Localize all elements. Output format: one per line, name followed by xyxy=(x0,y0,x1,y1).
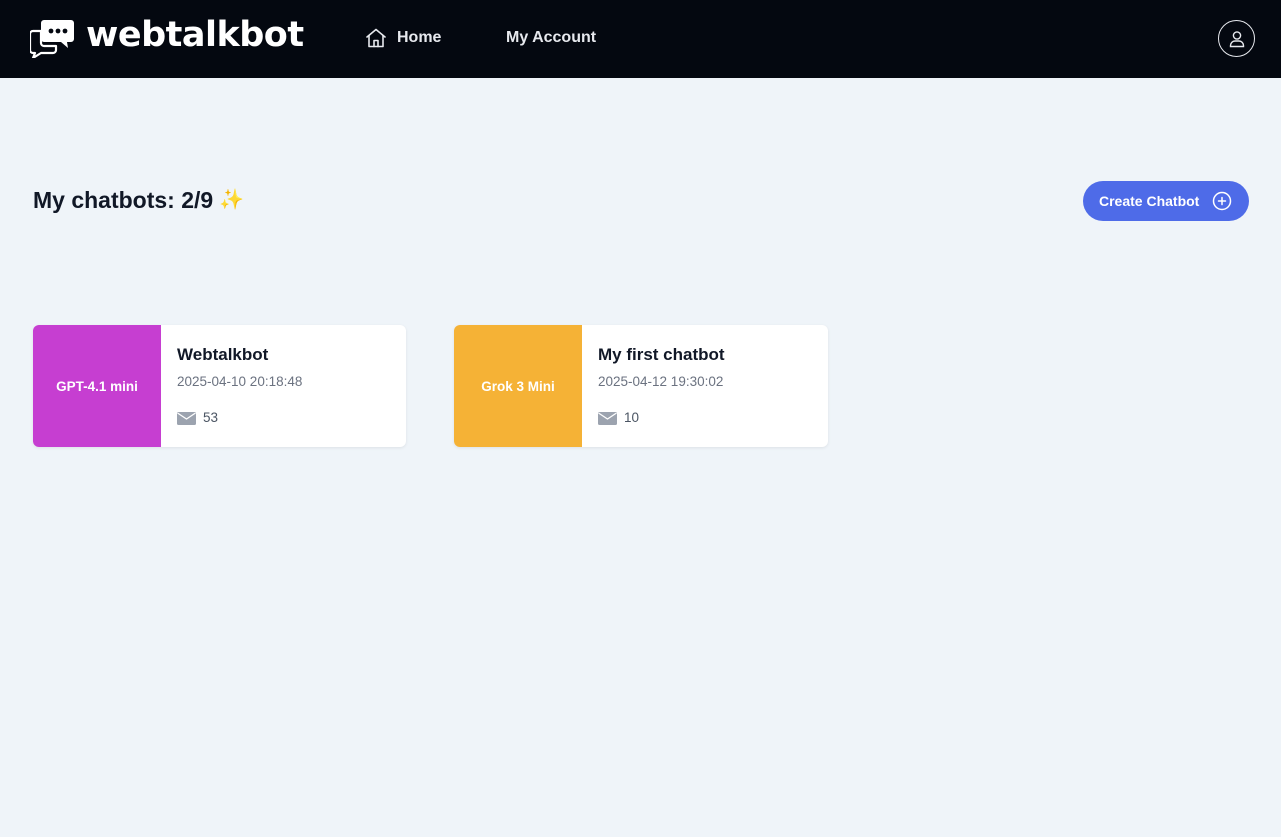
top-navbar: webtalkbot Home My Account xyxy=(0,0,1281,78)
home-icon xyxy=(366,28,386,48)
nav-home-link[interactable]: Home xyxy=(364,26,441,50)
chatbot-card[interactable]: GPT-4.1 mini Webtalkbot 2025-04-10 20:18… xyxy=(33,325,406,447)
card-body: My first chatbot 2025-04-12 19:30:02 10 xyxy=(582,325,828,447)
message-stats: 53 xyxy=(177,409,406,427)
create-chatbot-label: Create Chatbot xyxy=(1099,193,1200,209)
message-count: 53 xyxy=(203,410,219,425)
create-chatbot-button[interactable]: Create Chatbot xyxy=(1083,181,1249,221)
chat-bubbles-logo-icon xyxy=(30,20,74,58)
chatbot-created-date: 2025-04-12 19:30:02 xyxy=(598,374,724,389)
nav-my-account-label: My Account xyxy=(506,29,597,46)
message-count: 10 xyxy=(624,410,640,425)
chatbot-card[interactable]: Grok 3 Mini My first chatbot 2025-04-12 … xyxy=(454,325,828,447)
nav-home-label: Home xyxy=(397,29,442,46)
model-tile: GPT-4.1 mini xyxy=(33,325,161,447)
brand-name: webtalkbot xyxy=(86,14,304,55)
user-menu-button[interactable] xyxy=(1218,20,1255,57)
envelope-icon xyxy=(598,411,617,425)
message-stats: 10 xyxy=(598,409,828,427)
chatbot-name: Webtalkbot xyxy=(177,345,269,364)
model-label: GPT-4.1 mini xyxy=(56,378,138,394)
model-tile: Grok 3 Mini xyxy=(454,325,582,447)
sparkles-emoji: ✨ xyxy=(219,189,245,211)
card-body: Webtalkbot 2025-04-10 20:18:48 53 xyxy=(161,325,406,447)
envelope-icon xyxy=(177,411,196,425)
plus-circle-icon xyxy=(1212,191,1232,211)
chatbot-created-date: 2025-04-10 20:18:48 xyxy=(177,374,303,389)
brand-logo[interactable]: webtalkbot xyxy=(30,17,304,59)
page-title: My chatbots: 2/9 ✨ xyxy=(33,185,244,215)
chatbot-name: My first chatbot xyxy=(598,345,725,364)
page-title-text: My chatbots: 2/9 xyxy=(33,187,214,213)
nav-my-account-link[interactable]: My Account xyxy=(506,26,596,50)
user-icon xyxy=(1229,30,1244,47)
model-label: Grok 3 Mini xyxy=(481,378,555,394)
